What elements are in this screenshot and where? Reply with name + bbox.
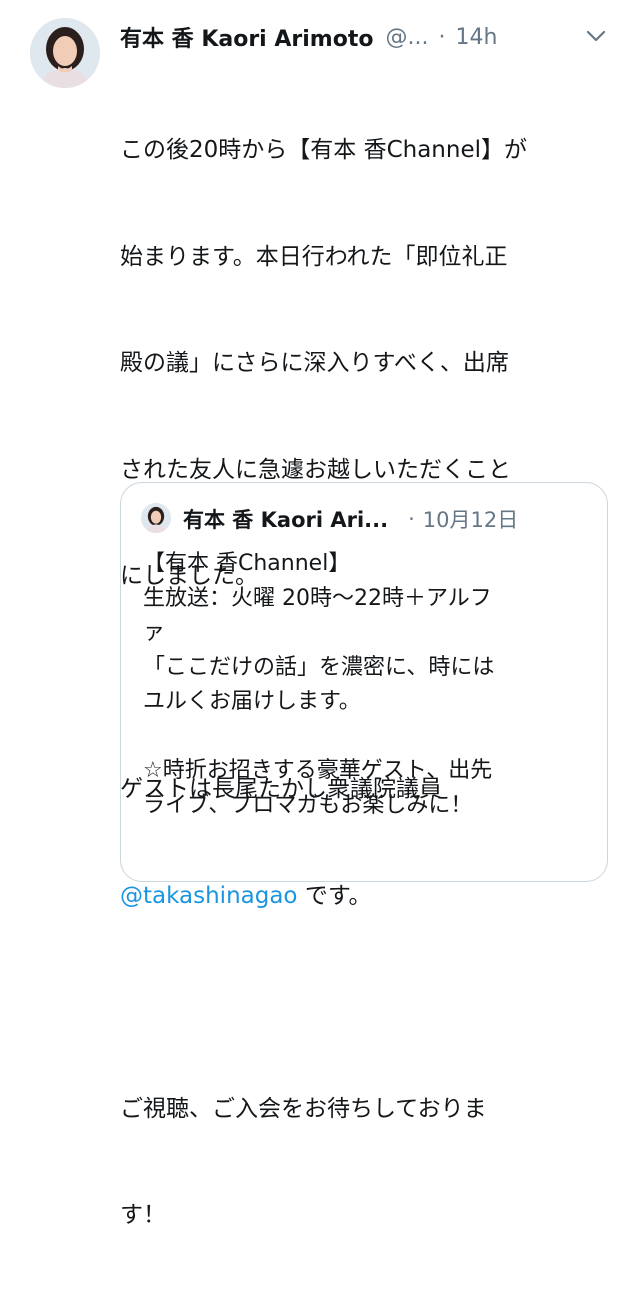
tweet-line: ご視聴、ご入会をお待ちしておりま	[120, 1095, 487, 1122]
quoted-line: 生放送：火曜 20時〜22時＋アルフ	[143, 585, 492, 611]
separator-dot: ·	[438, 24, 446, 50]
tweet-line: す！	[120, 1202, 166, 1228]
quoted-line: 【有本 香Channel】	[143, 551, 351, 576]
quoted-line: ライブ、ブロマガもお楽しみに！	[143, 792, 473, 818]
quoted-body: 【有本 香Channel】 生放送：火曜 20時〜22時＋アルフ ァ 「ここだけ…	[143, 547, 593, 823]
author-name[interactable]: 有本 香 Kaori Arimoto	[120, 21, 373, 53]
quoted-line: ァ	[143, 620, 166, 645]
quoted-date: 10月12日	[422, 508, 519, 532]
mention-link[interactable]: @takashinagao	[120, 883, 298, 909]
quoted-line: 「ここだけの話」を濃密に、時には	[143, 654, 495, 680]
tweet[interactable]: 有本 香 Kaori Arimoto @... · 14h この後20時から【有…	[0, 0, 640, 1228]
quoted-line: ユルくお届けします。	[143, 689, 361, 714]
chevron-down-icon[interactable]	[582, 24, 610, 48]
quoted-author-name: 有本 香 Kaori Ari...	[183, 508, 389, 532]
tweet-line-mention: @takashinagao です。	[120, 879, 610, 915]
mention-suffix: です。	[297, 882, 372, 909]
author-avatar[interactable]	[30, 18, 100, 88]
tweet-timestamp[interactable]: 14h	[455, 25, 497, 50]
separator-dot: ·	[408, 507, 415, 531]
tweet-line: この後20時から【有本 香Channel】が	[120, 137, 528, 163]
author-handle[interactable]: @...	[385, 25, 428, 50]
quoted-tweet[interactable]: 有本 香 Kaori Ari... · 10月12日 【有本 香Channel】…	[120, 482, 608, 882]
tweet-line: 殿の議」にさらに深入りすべく、出席	[120, 350, 509, 376]
tweet-line: 始まります。本日行われた「即位礼正	[120, 243, 508, 270]
tweet-header: 有本 香 Kaori Arimoto @... · 14h	[120, 20, 620, 54]
quoted-line: ☆時折お招きする豪華ゲスト、出先	[143, 758, 493, 783]
quoted-author-avatar	[141, 503, 171, 533]
quoted-header: 有本 香 Kaori Ari... · 10月12日	[183, 503, 593, 535]
